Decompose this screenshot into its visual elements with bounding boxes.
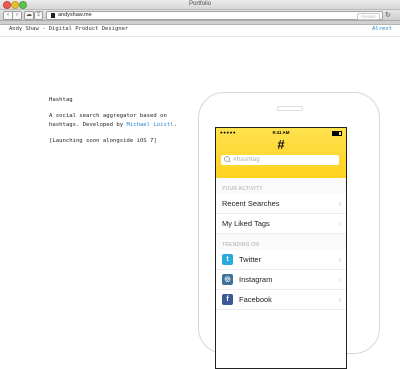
share-button[interactable]: ⇪ <box>34 11 43 20</box>
list-item-label: Recent Searches <box>222 199 280 208</box>
project-summary: A social search aggregator based on hash… <box>49 112 199 129</box>
project-summary-end: . <box>173 121 177 128</box>
chevron-right-icon: › <box>338 255 341 264</box>
status-bar: ●●●●● 9:41 AM <box>216 130 346 136</box>
twitter-icon: t <box>222 254 233 265</box>
status-time: 9:41 AM <box>272 130 290 135</box>
instagram-icon: ◎ <box>222 274 233 285</box>
search-placeholder: #hashtag <box>233 156 260 163</box>
phone-mockup: ●●●●● 9:41 AM # #hashtag YOUR ACTIVITY R… <box>198 92 380 369</box>
url-text: andyshaw.me <box>58 12 92 18</box>
header-divider <box>0 36 400 37</box>
search-icon <box>224 156 230 162</box>
project-title: Hashtag <box>49 97 73 103</box>
chevron-right-icon: › <box>338 275 341 284</box>
address-bar[interactable]: andyshaw.me Reader <box>46 11 383 20</box>
site-header: Andy Shaw - Digital Product Designer Alr… <box>0 25 400 35</box>
list-item-facebook[interactable]: f Facebook › <box>216 290 346 310</box>
list-item-label: Twitter <box>239 255 262 264</box>
list-item-instagram[interactable]: ◎ Instagram › <box>216 270 346 290</box>
list-item-twitter[interactable]: t Twitter › <box>216 250 346 270</box>
forward-button[interactable]: › <box>12 11 22 20</box>
favicon-icon <box>51 13 55 18</box>
back-arrow-icon: ‹ <box>7 12 9 18</box>
header-nav-link[interactable]: Alrest <box>372 26 392 32</box>
forward-arrow-icon: › <box>16 12 18 18</box>
list-item-recent-searches[interactable]: Recent Searches › <box>216 194 346 214</box>
icloud-tabs-button[interactable]: ☁ <box>24 11 34 20</box>
reader-button[interactable]: Reader <box>357 13 380 20</box>
hashtag-logo: # <box>277 137 285 152</box>
browser-toolbar: ‹ › ☁ ⇪ andyshaw.me Reader ↻ <box>0 10 400 21</box>
window-title: Portfolio <box>188 1 211 7</box>
activity-section-header: YOUR ACTIVITY <box>216 178 346 194</box>
project-description: Hashtag A social search aggregator based… <box>49 96 199 153</box>
list-item-label: Instagram <box>239 275 273 284</box>
chevron-right-icon: › <box>338 219 341 228</box>
list-item-label: My Liked Tags <box>222 219 270 228</box>
search-input[interactable]: #hashtag <box>221 155 339 165</box>
share-icon: ⇪ <box>35 12 42 18</box>
section-label: TRENDING ON <box>222 242 260 248</box>
site-brand: Andy Shaw - Digital Product Designer <box>9 26 129 32</box>
battery-icon <box>332 131 342 136</box>
phone-speaker <box>277 106 303 111</box>
window-titlebar: Portfolio <box>0 0 400 10</box>
developer-link[interactable]: Michael Loistl <box>126 122 173 128</box>
launch-note: [Launching soon alongside iOS 7] <box>49 137 157 144</box>
chevron-right-icon: › <box>338 199 341 208</box>
section-label: YOUR ACTIVITY <box>222 186 263 192</box>
trending-section-header: TRENDING ON <box>216 234 346 250</box>
app-header: ●●●●● 9:41 AM # #hashtag <box>216 128 346 178</box>
phone-screen: ●●●●● 9:41 AM # #hashtag YOUR ACTIVITY R… <box>215 127 347 369</box>
list-item-liked-tags[interactable]: My Liked Tags › <box>216 214 346 234</box>
reload-icon[interactable]: ↻ <box>385 12 391 19</box>
cloud-icon: ☁ <box>26 12 32 18</box>
